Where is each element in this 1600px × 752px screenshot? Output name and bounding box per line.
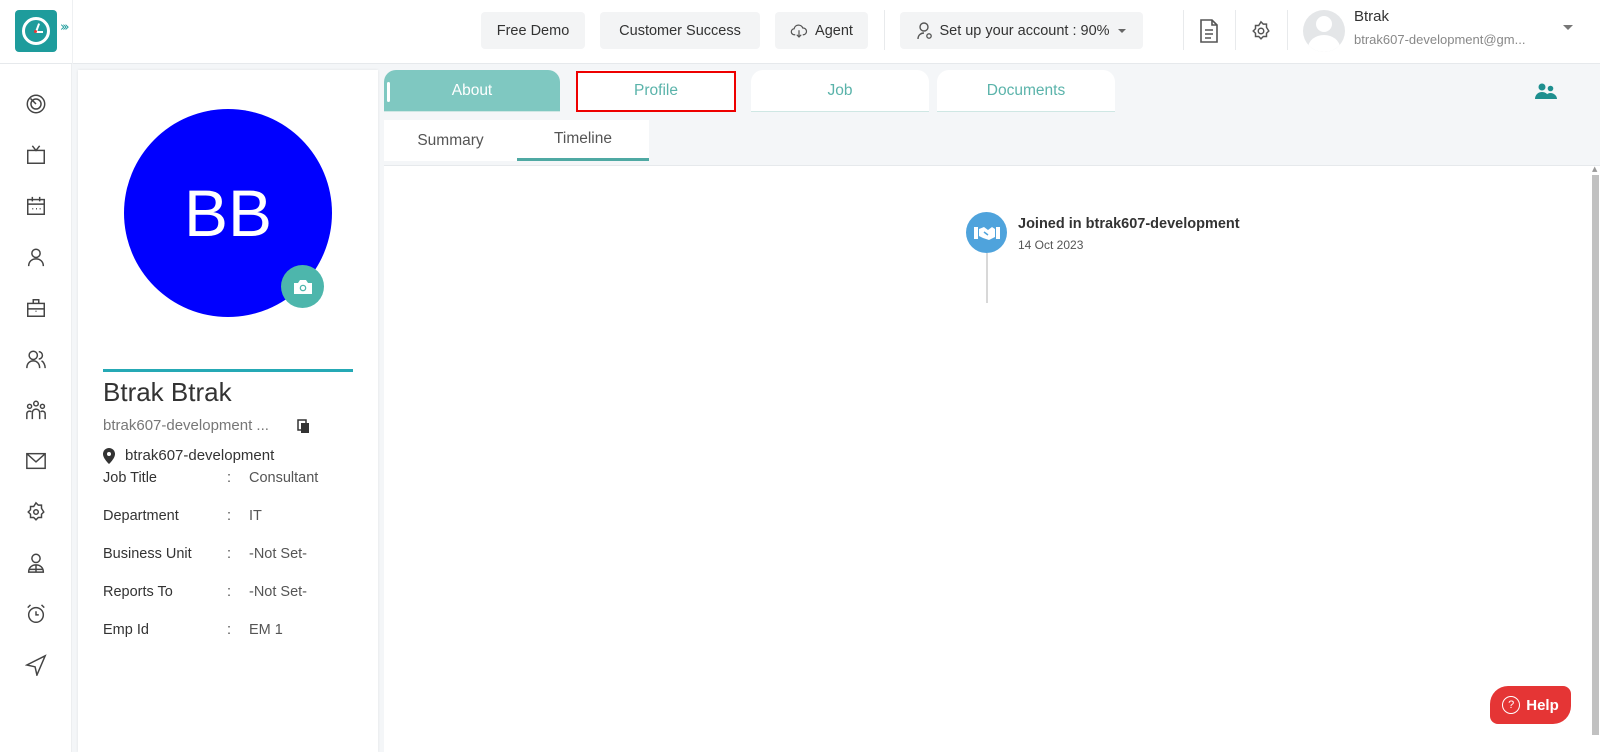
field-separator: :	[227, 508, 232, 524]
settings-icon[interactable]	[24, 500, 48, 524]
subtab-summary[interactable]: Summary	[384, 120, 517, 161]
employee-icon[interactable]	[24, 551, 48, 575]
field-value: -Not Set-	[249, 546, 308, 562]
sidebar	[0, 64, 72, 752]
question-icon: ?	[1502, 696, 1521, 714]
subtab-bar: Summary Timeline	[384, 120, 649, 161]
field-label: Department	[103, 508, 179, 524]
top-header: ››› Free Demo Customer Success Agent Set…	[0, 0, 1600, 64]
users-icon[interactable]	[24, 347, 48, 371]
timeline-event-date: 14 Oct 2023	[1018, 238, 1084, 252]
field-label: Emp Id	[103, 622, 149, 638]
alarm-icon[interactable]	[24, 602, 48, 626]
cloud-download-icon	[790, 24, 808, 38]
tab-documents[interactable]: Documents	[937, 70, 1115, 112]
profile-name: Btrak Btrak	[103, 377, 232, 407]
tab-job[interactable]: Job	[751, 70, 929, 112]
location-text: btrak607-development	[125, 447, 275, 464]
user-menu-chevron-icon[interactable]	[1563, 25, 1573, 30]
handshake-icon	[966, 212, 1007, 253]
user-icon[interactable]	[24, 245, 48, 269]
field-separator: :	[227, 584, 232, 600]
agent-label: Agent	[815, 22, 853, 39]
setup-account-dropdown[interactable]: Set up your account : 90%	[900, 12, 1143, 49]
divider	[1235, 10, 1236, 50]
user-settings-icon	[917, 21, 933, 39]
user-name[interactable]: Btrak	[1354, 8, 1389, 25]
timeline-event-title: Joined in btrak607-development	[1018, 216, 1240, 232]
scrollbar-thumb[interactable]	[1592, 175, 1599, 735]
profile-tab-highlight	[576, 71, 736, 112]
divider	[103, 369, 353, 372]
team-members-icon[interactable]	[1535, 83, 1557, 103]
customer-success-button[interactable]: Customer Success	[600, 12, 760, 49]
timeline-connector	[986, 253, 988, 303]
field-value: EM 1	[249, 622, 283, 638]
field-label: Reports To	[103, 584, 173, 600]
agent-button[interactable]: Agent	[775, 12, 868, 49]
divider	[884, 10, 885, 50]
setup-label: Set up your account : 90%	[939, 22, 1110, 39]
send-icon[interactable]	[24, 653, 48, 677]
profile-email: btrak607-development ...	[103, 417, 269, 434]
dashboard-icon[interactable]	[24, 92, 48, 116]
app-logo[interactable]	[15, 10, 57, 52]
mail-icon[interactable]	[24, 449, 48, 473]
divider	[1183, 10, 1184, 50]
field-value: -Not Set-	[249, 584, 308, 600]
field-separator: :	[227, 546, 232, 562]
field-label: Business Unit	[103, 546, 192, 562]
content-scrollbar[interactable]: ▲	[1590, 165, 1600, 752]
copy-icon[interactable]	[297, 419, 310, 438]
expand-sidebar-icon[interactable]: ›››	[60, 20, 69, 35]
user-email: btrak607-development@gm...	[1354, 32, 1526, 47]
subtab-timeline[interactable]: Timeline	[517, 120, 649, 161]
user-avatar[interactable]	[1303, 10, 1345, 52]
help-button[interactable]: ? Help	[1490, 686, 1571, 724]
help-label: Help	[1526, 696, 1559, 714]
team-icon[interactable]	[24, 398, 48, 422]
field-label: Job Title	[103, 470, 157, 486]
field-value: IT	[249, 508, 262, 524]
scroll-up-icon[interactable]: ▲	[1592, 165, 1597, 173]
chevron-down-icon	[1117, 28, 1126, 33]
calendar-icon[interactable]	[24, 194, 48, 218]
field-separator: :	[227, 622, 232, 638]
camera-icon[interactable]	[281, 265, 324, 308]
tv-icon[interactable]	[24, 143, 48, 167]
free-demo-button[interactable]: Free Demo	[481, 12, 585, 49]
clock-icon	[22, 17, 50, 45]
field-separator: :	[227, 470, 232, 486]
settings-icon[interactable]	[1248, 18, 1274, 44]
profile-card: BB Btrak Btrak btrak607-development ... …	[78, 70, 378, 752]
timeline-panel: Joined in btrak607-development 14 Oct 20…	[384, 165, 1600, 752]
briefcase-icon[interactable]	[24, 296, 48, 320]
divider	[1287, 10, 1288, 50]
profile-location: btrak607-development	[103, 447, 274, 464]
field-value: Consultant	[249, 470, 319, 486]
location-pin-icon	[103, 447, 115, 464]
tab-about[interactable]: About	[384, 70, 560, 112]
document-icon[interactable]	[1196, 18, 1222, 44]
divider	[72, 0, 73, 64]
